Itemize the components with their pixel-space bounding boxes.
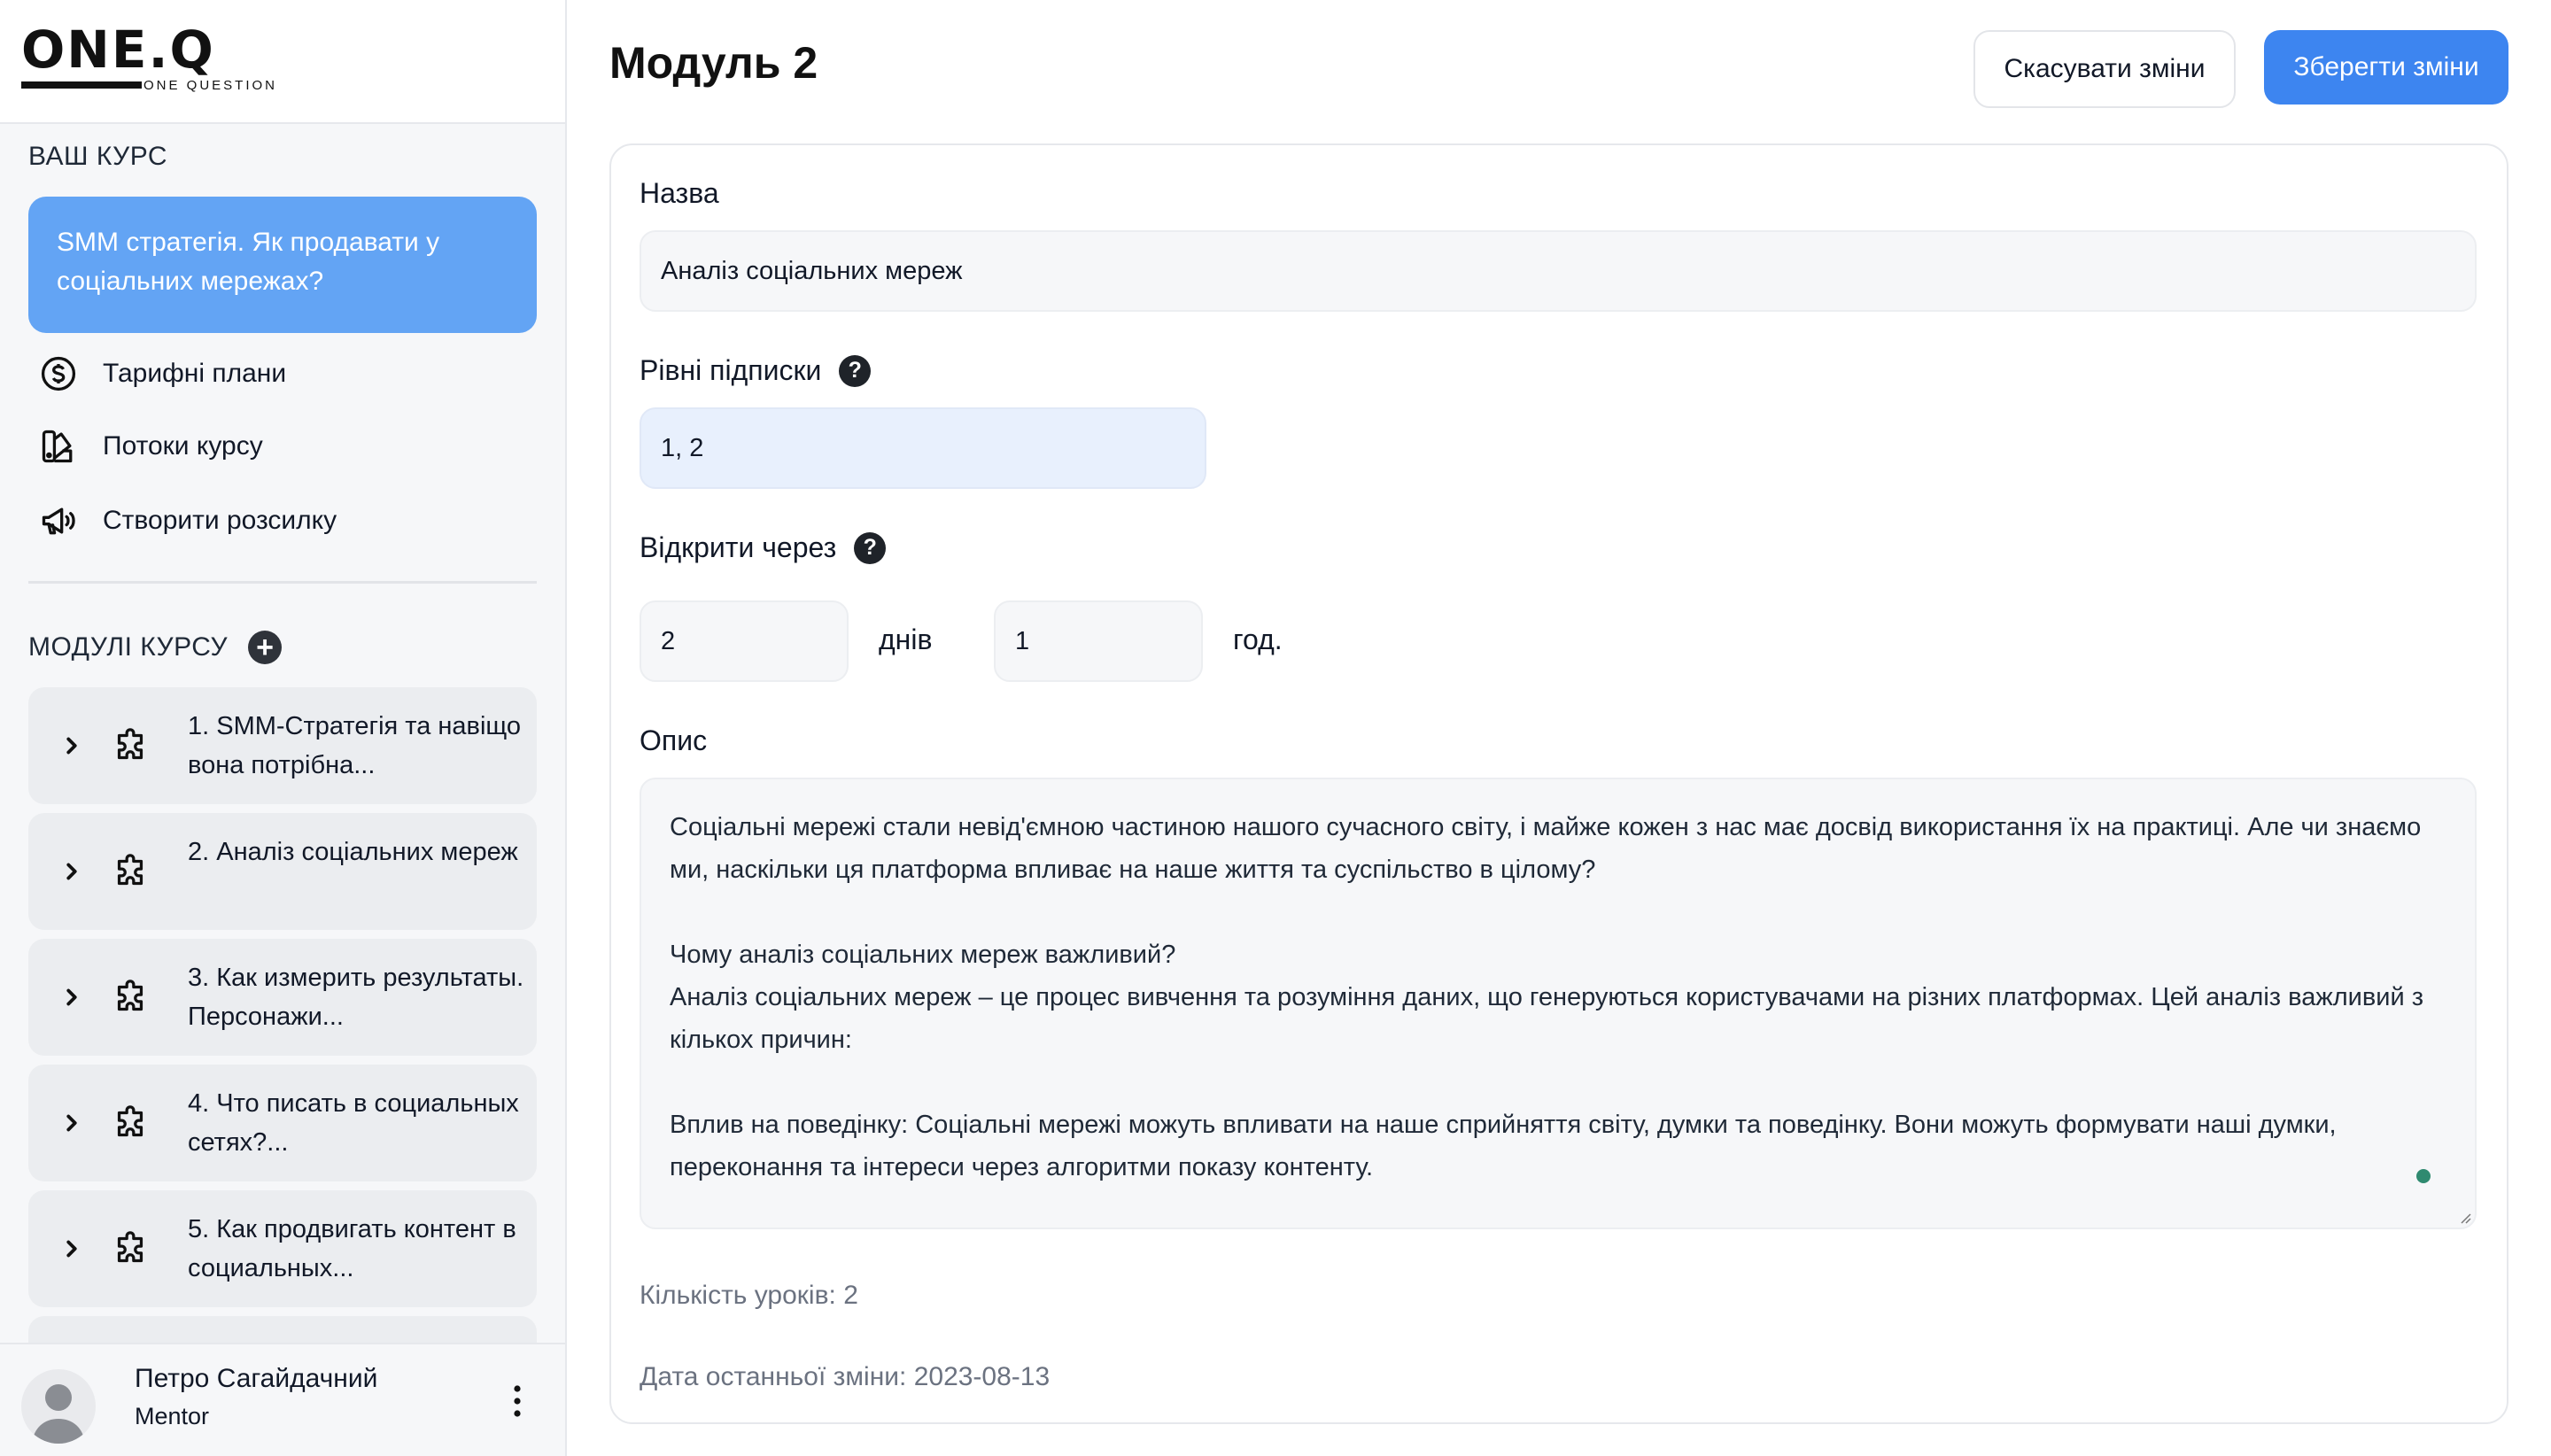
open-after-label: Відкрити через ? xyxy=(640,531,887,564)
cancel-changes-button[interactable]: Скасувати зміни xyxy=(1973,30,2236,108)
description-textarea[interactable]: Соціальні мережі стали невід'ємною части… xyxy=(640,778,2477,1229)
puzzle-icon xyxy=(117,1105,143,1137)
logo-underline xyxy=(21,81,142,89)
current-course-card[interactable]: SMM стратегія. Як продавати у соціальних… xyxy=(28,197,537,333)
logo-wordmark: ONE.Q xyxy=(21,19,215,80)
add-module-button[interactable]: + xyxy=(248,631,282,664)
sidebar-item-pricing-plans[interactable]: Тарифні плани xyxy=(39,349,286,399)
logo[interactable]: ONE.Q ONE QUESTION xyxy=(0,0,565,124)
open-days-input[interactable] xyxy=(640,600,849,682)
module-title: 2. Аналіз соціальних мереж xyxy=(188,838,518,866)
chevron-right-icon[interactable] xyxy=(58,1107,85,1139)
puzzle-icon xyxy=(117,728,143,760)
module-edit-form: Назва Рівні підписки ? Відкрити через ? … xyxy=(609,143,2508,1424)
description-paragraph: Аналіз соціальних мереж – це процес вивч… xyxy=(670,983,2424,1054)
name-label: Назва xyxy=(640,177,719,210)
puzzle-icon xyxy=(117,1231,143,1263)
levels-label-text: Рівні підписки xyxy=(640,354,822,386)
user-name: Петро Сагайдачний xyxy=(135,1364,378,1393)
sidebar-item-course-streams[interactable]: Потоки курсу xyxy=(39,422,263,471)
description-paragraph: Соціальні мережі стали невід'ємною части… xyxy=(670,813,2422,884)
levels-label: Рівні підписки ? xyxy=(640,354,872,387)
module-title: 3. Как измерить результаты. Персонажи... xyxy=(188,964,524,1031)
page-title: Модуль 2 xyxy=(609,38,818,88)
user-role: Mentor xyxy=(135,1403,210,1429)
days-unit: днів xyxy=(879,623,933,655)
help-icon[interactable]: ? xyxy=(854,531,887,564)
course-title: SMM стратегія. Як продавати у соціальних… xyxy=(57,228,440,296)
sidebar-divider xyxy=(28,581,537,584)
save-changes-button[interactable]: Зберегти зміни xyxy=(2264,30,2508,105)
subscription-levels-input[interactable] xyxy=(640,407,1206,489)
sidebar-item-label: Створити розсилку xyxy=(103,506,337,535)
puzzle-icon xyxy=(117,980,143,1011)
resize-grip-icon[interactable] xyxy=(2457,1210,2471,1224)
sidebar-item-label: Потоки курсу xyxy=(103,431,263,461)
status-dot xyxy=(2416,1169,2431,1183)
logo-tagline: ONE QUESTION xyxy=(143,78,278,93)
name-label-text: Назва xyxy=(640,177,719,209)
sidebar: ONE.Q ONE QUESTION ВАШ КУРС SMM стратегі… xyxy=(0,0,567,1456)
chevron-right-icon[interactable] xyxy=(58,730,85,762)
swatches-icon xyxy=(42,430,73,463)
name-input[interactable] xyxy=(640,230,2477,312)
puzzle-icon xyxy=(117,854,143,886)
description-label-text: Опис xyxy=(640,724,708,756)
chevron-right-icon[interactable] xyxy=(58,1233,85,1265)
modules-section-label: МОДУЛІ КУРСУ xyxy=(28,632,229,662)
module-item[interactable]: 4. Что писать в социальных сетях?... xyxy=(28,1065,537,1181)
module-item[interactable]: 5. Как продвигать контент в социальных..… xyxy=(28,1190,537,1307)
open-hours-input[interactable] xyxy=(994,600,1203,682)
chevron-right-icon[interactable] xyxy=(58,856,85,887)
sidebar-item-create-mailing[interactable]: Створити розсилку xyxy=(39,496,337,546)
chevron-right-icon[interactable] xyxy=(58,981,85,1013)
lessons-count: Кількість уроків: 2 xyxy=(640,1281,858,1310)
sidebar-item-label: Тарифні плани xyxy=(103,359,287,388)
megaphone-icon xyxy=(42,507,75,535)
module-item[interactable]: 2. Аналіз соціальних мереж xyxy=(28,813,537,930)
plus-icon: + xyxy=(256,631,274,664)
module-item[interactable]: 3. Как измерить результаты. Персонажи... xyxy=(28,939,537,1056)
description-paragraph: Чому аналіз соціальних мереж важливий? xyxy=(670,941,1176,969)
module-title: 4. Что писать в социальных сетях?... xyxy=(188,1089,519,1157)
module-title: 1. SMM-Стратегія та навіщо вона потрібна… xyxy=(188,712,522,779)
course-section-label: ВАШ КУРС xyxy=(28,142,168,171)
module-title: 5. Как продвигать контент в социальных..… xyxy=(188,1215,516,1282)
help-icon[interactable]: ? xyxy=(839,354,872,387)
hours-unit: год. xyxy=(1233,623,1283,655)
avatar xyxy=(21,1369,96,1444)
user-profile[interactable]: Петро Сагайдачний Mentor xyxy=(0,1343,565,1456)
kebab-menu-icon[interactable] xyxy=(507,1382,528,1421)
last-modified-date: Дата останньої зміни: 2023-08-13 xyxy=(640,1362,1051,1391)
module-item[interactable]: 1. SMM-Стратегія та навіщо вона потрібна… xyxy=(28,687,537,804)
open-after-label-text: Відкрити через xyxy=(640,531,837,563)
description-label: Опис xyxy=(640,724,707,757)
user-silhouette-icon xyxy=(32,1384,85,1444)
dollar-circle-icon xyxy=(41,356,76,391)
description-paragraph: Вплив на поведінку: Соціальні мережі мож… xyxy=(670,1111,2337,1181)
